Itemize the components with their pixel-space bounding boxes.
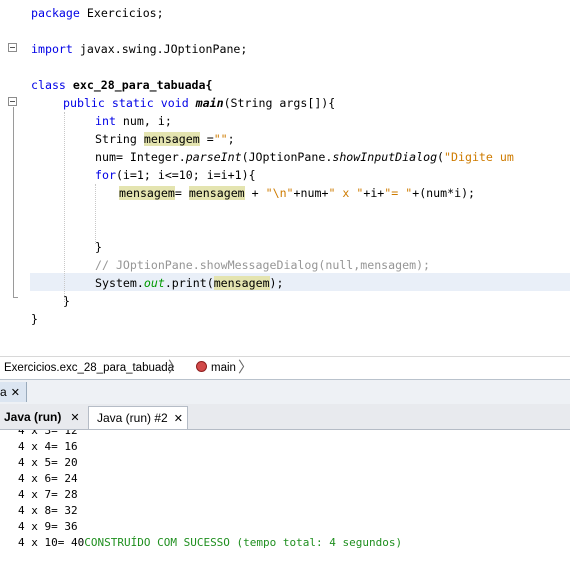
code-editor[interactable]: package Exercicios; import javax.swing.J… <box>0 0 570 356</box>
string-literal: "Digite um <box>444 150 514 164</box>
method-parseint: parseInt <box>185 150 242 164</box>
keyword-static: static <box>111 96 154 110</box>
chevron-right-icon: 〉 <box>168 359 184 376</box>
code-line-class: class exc_28_para_tabuada{ <box>31 76 213 94</box>
build-success-message: CONSTRUÍDO COM SUCESSO (tempo total: 4 s… <box>84 536 403 549</box>
keyword: package <box>31 6 80 20</box>
output-line: 4 x 9= 36 <box>18 520 78 533</box>
output-console[interactable]: 4 x 3= 12 4 x 4= 16 4 x 5= 20 4 x 6= 24 … <box>0 430 570 572</box>
tab-java-run[interactable]: Java (run) ✕ <box>0 406 86 429</box>
string-literal: "" <box>213 132 228 146</box>
var-mensagem[interactable]: mensagem <box>213 276 270 290</box>
joptionpane-ref: (JOptionPane. <box>241 150 333 164</box>
keyword-class: class <box>31 78 66 92</box>
keyword-int: int <box>95 114 116 128</box>
fold-main-method-icon[interactable] <box>8 97 17 106</box>
run-tabbar: Java (run) ✕ Java (run) #2 ✕ <box>0 404 570 430</box>
paren: ( <box>437 150 445 164</box>
code-line-string-decl: String mensagem =""; <box>95 130 235 148</box>
method-print: .print( <box>164 276 214 290</box>
code-line-main-signature: public static void main(String args[]){ <box>63 94 335 112</box>
code-line-print: System.out.print(mensagem); <box>95 274 284 292</box>
keyword-void: void <box>160 96 189 110</box>
indent-guide <box>64 112 65 302</box>
output-window-tabbar: a ✕ <box>0 379 570 405</box>
method-name-main: main <box>195 96 224 110</box>
output-line: 4 x 3= 12 <box>18 430 78 437</box>
tab-label: Java (run) <box>4 410 62 424</box>
semicolon: ; <box>227 132 235 146</box>
close-icon[interactable]: ✕ <box>70 411 79 424</box>
code-line-concat: mensagem= mensagem + "\n"+num+" x "+i+"=… <box>119 184 475 202</box>
breadcrumb-method-label: main <box>211 362 236 374</box>
keyword-import: import <box>31 42 73 56</box>
output-line: 4 x 4= 16 <box>18 440 78 453</box>
breadcrumb-method[interactable]: main <box>196 357 236 379</box>
close-icon[interactable]: ✕ <box>174 412 183 425</box>
var-mensagem[interactable]: mensagem <box>143 132 200 146</box>
code-line-for: for(i=1; i<=10; i=i+1){ <box>95 166 256 184</box>
code-line-package: package Exercicios; <box>31 6 164 20</box>
type-string: String <box>95 132 144 146</box>
int-vars: num, i; <box>115 114 172 128</box>
output-line: 4 x 5= 20 <box>18 456 78 469</box>
code-line-import: import javax.swing.JOptionPane; <box>31 40 247 58</box>
code-line-num-assign: num= Integer.parseInt(JOptionPane.showIn… <box>95 148 514 166</box>
tab-java-run-2[interactable]: Java (run) #2 ✕ <box>88 406 188 429</box>
string-literal: "= " <box>384 186 413 200</box>
keyword-for: for <box>95 168 116 182</box>
tab-label: Java (run) #2 <box>97 411 168 425</box>
code-line-comment: // JOptionPane.showMessageDialog(null,me… <box>95 258 431 272</box>
concat-i: +i+ <box>363 186 385 200</box>
close-icon[interactable]: ✕ <box>11 386 20 399</box>
string-literal: " x " <box>328 186 364 200</box>
code-line-close-for: } <box>95 240 102 254</box>
string-literal: "\n" <box>265 186 294 200</box>
product-expr: +(num*i); <box>412 186 476 200</box>
chevron-right-icon: 〉 <box>238 359 254 376</box>
fold-import-icon[interactable] <box>8 43 17 52</box>
editor-gutter <box>0 0 26 356</box>
keyword-public: public <box>63 96 105 110</box>
indent-guide <box>95 184 96 244</box>
method-icon <box>196 361 207 373</box>
var-mensagem[interactable]: mensagem <box>119 186 175 200</box>
navigation-breadcrumb: Exercicios.exc_28_para_tabuada 〉 main 〉 <box>0 356 570 379</box>
code-line-close-class: } <box>31 312 38 326</box>
code-line-close-method: } <box>63 294 70 308</box>
method-showinputdialog: showInputDialog <box>332 150 438 164</box>
breadcrumb-class[interactable]: Exercicios.exc_28_para_tabuada <box>4 357 174 379</box>
fold-end-marker <box>13 297 18 298</box>
var-mensagem[interactable]: mensagem <box>188 186 245 200</box>
output-tab-label: a <box>0 385 7 399</box>
output-window-tab[interactable]: a ✕ <box>0 382 27 402</box>
system-ref: System. <box>95 276 144 290</box>
output-line-value: 4 x 10= 40 <box>18 536 85 549</box>
plus-op: + <box>244 186 266 200</box>
class-name: exc_28_para_tabuada{ <box>65 78 213 92</box>
output-line: 4 x 7= 28 <box>18 488 78 501</box>
assign-op: = <box>199 132 214 146</box>
import-path: javax.swing.JOptionPane; <box>72 42 248 56</box>
fold-guide-line <box>13 107 14 297</box>
num-assign: num= Integer. <box>95 150 186 164</box>
for-header: (i=1; i<=10; i=i+1){ <box>115 168 256 182</box>
assign-op: = <box>174 186 189 200</box>
output-line: 4 x 6= 24 <box>18 472 78 485</box>
code-line-int-decl: int num, i; <box>95 112 172 130</box>
close-paren: ); <box>269 276 284 290</box>
output-line-last: 4 x 10= 40CONSTRUÍDO COM SUCESSO (tempo … <box>18 535 402 551</box>
field-out: out <box>143 276 165 290</box>
output-line: 4 x 8= 32 <box>18 504 78 517</box>
concat-num: +num+ <box>293 186 329 200</box>
method-args: (String args[]){ <box>223 96 336 110</box>
